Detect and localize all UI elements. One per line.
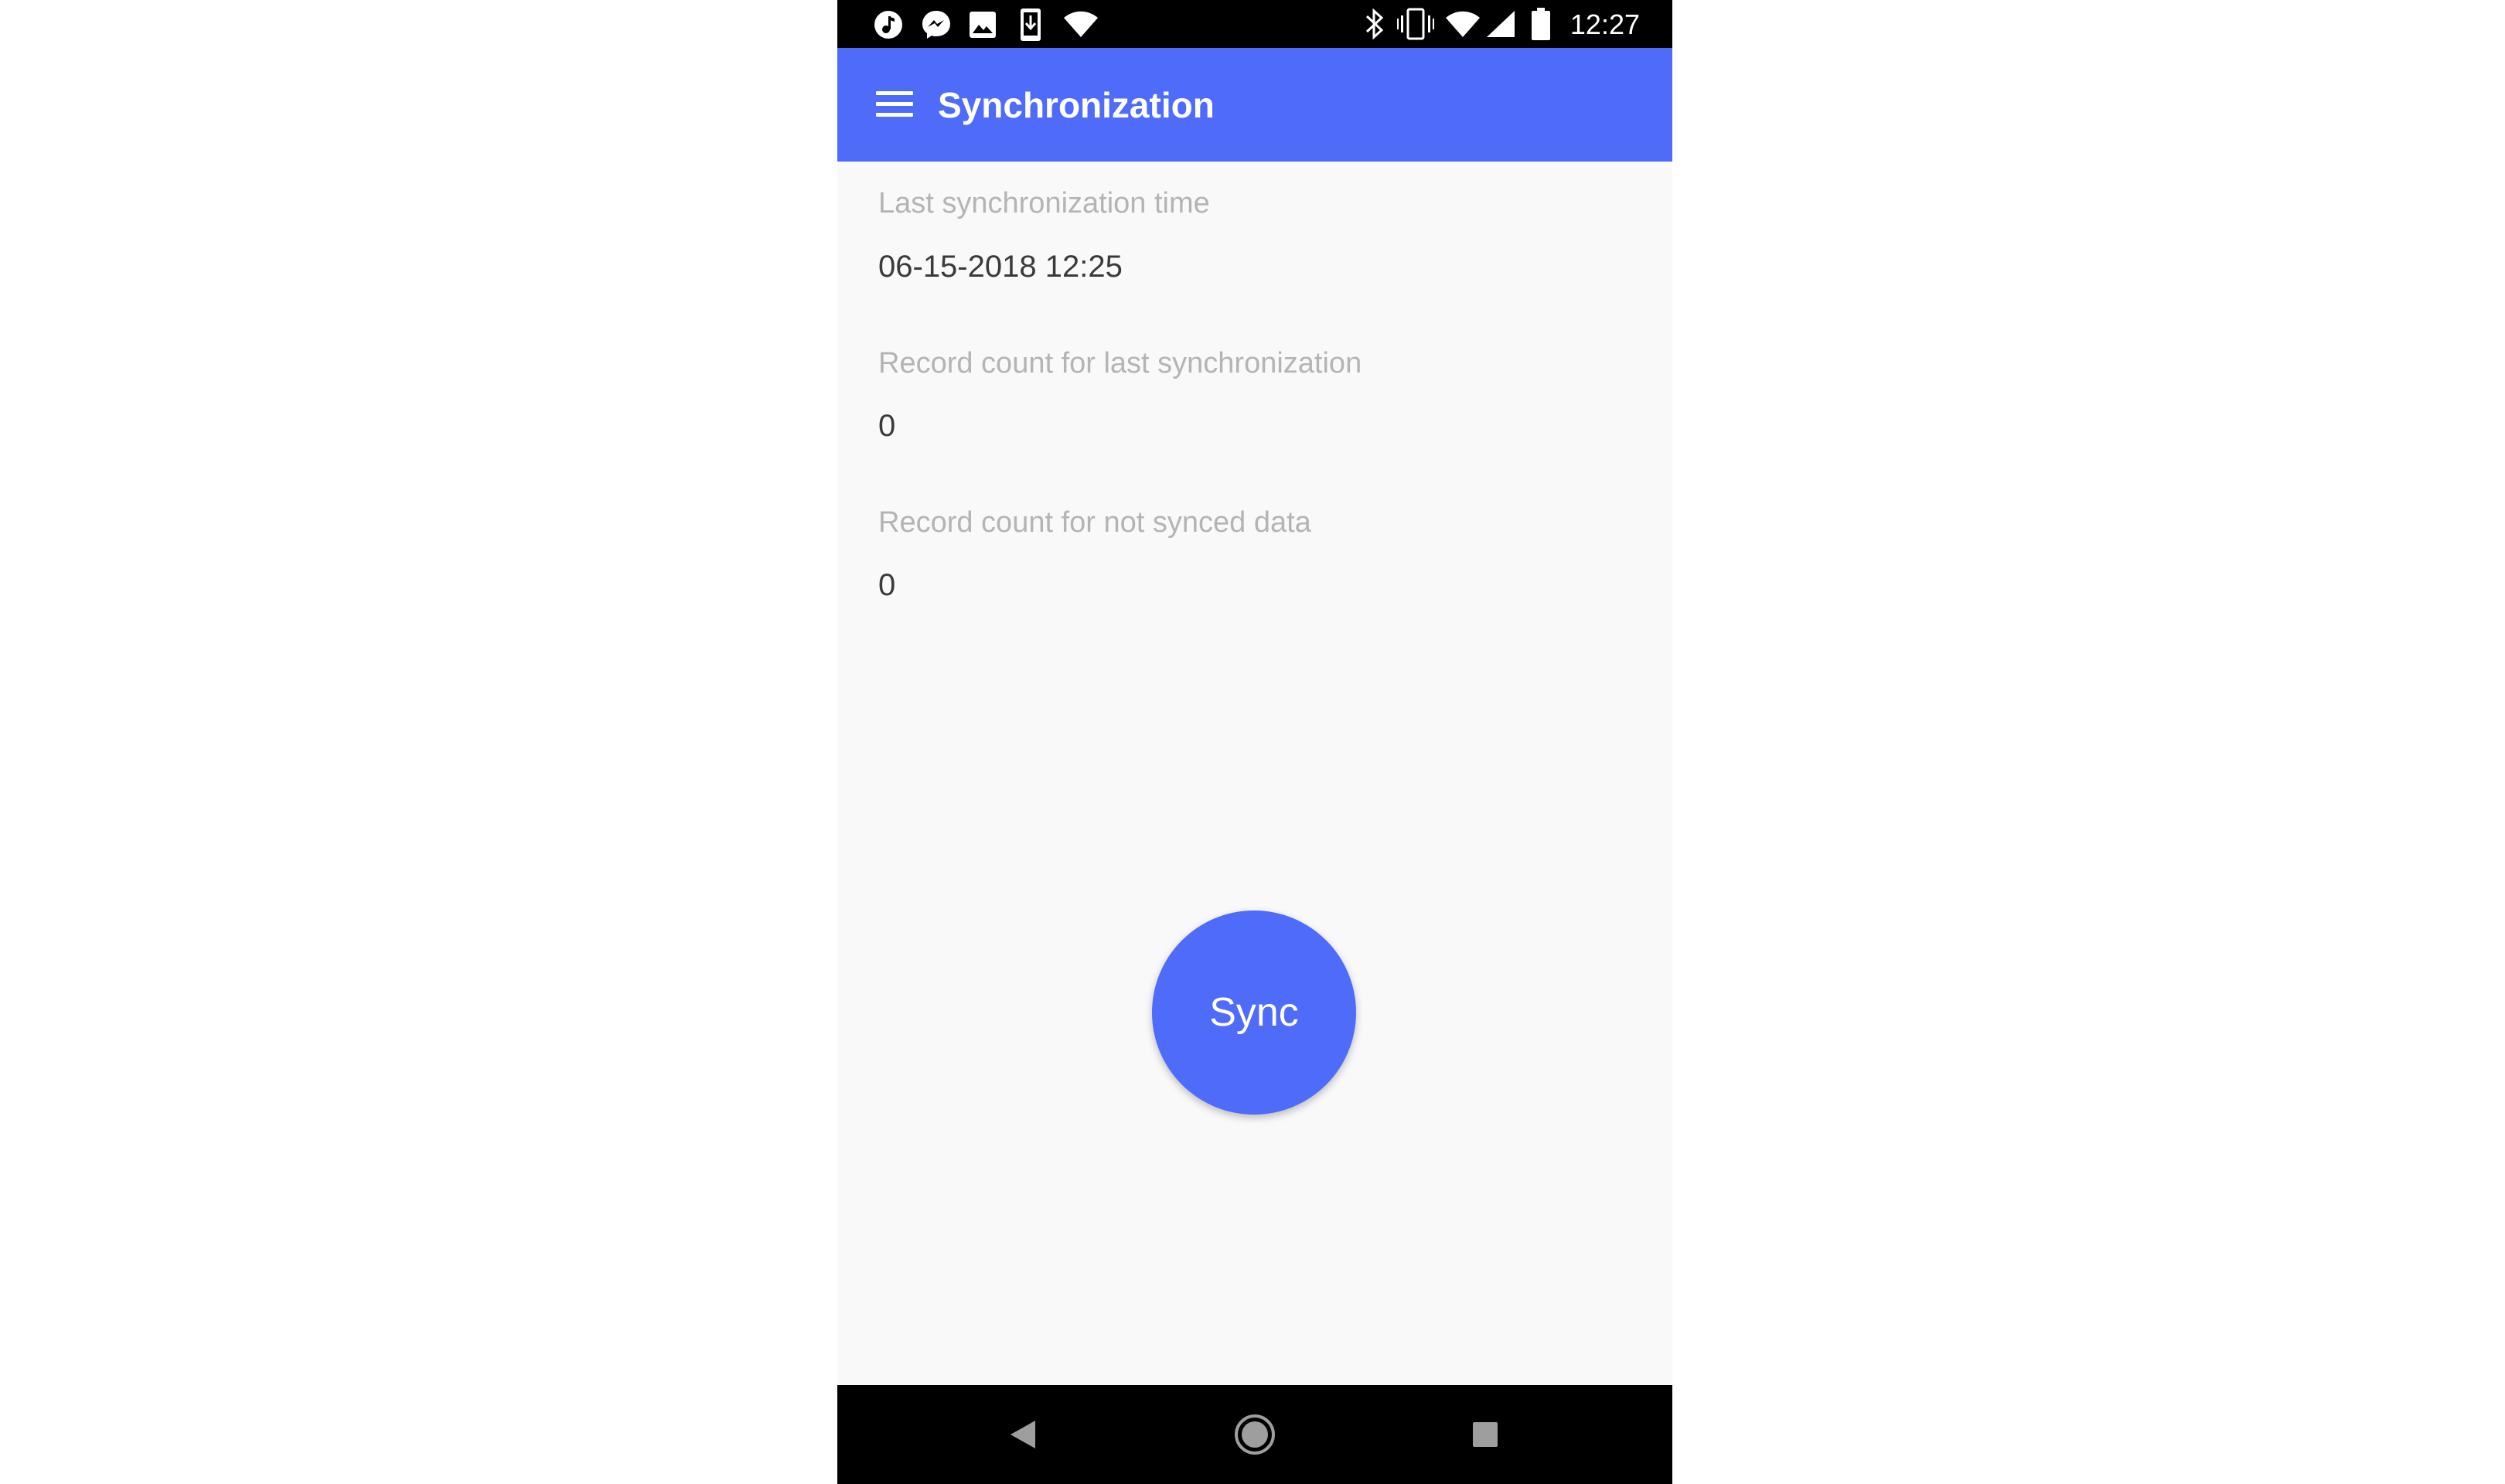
status-clock: 12:27 <box>1569 9 1640 40</box>
sync-button[interactable]: Sync <box>1152 910 1356 1115</box>
phone-screen: 12:27 Synchronization Last synchronizati… <box>837 0 1672 1484</box>
back-icon[interactable] <box>1007 1418 1038 1452</box>
music-note-icon <box>874 11 902 39</box>
download-icon <box>1021 9 1041 41</box>
bluetooth-icon <box>1365 8 1384 40</box>
home-icon[interactable] <box>1233 1413 1276 1456</box>
vibrate-icon <box>1397 8 1434 40</box>
hamburger-menu-icon[interactable] <box>876 91 913 117</box>
not-synced-count-label: Record count for not synced data <box>878 506 1311 539</box>
last-sync-time-value: 06-15-2018 12:25 <box>878 250 1123 284</box>
recents-icon[interactable] <box>1471 1421 1499 1448</box>
last-sync-time-label: Last synchronization time <box>878 187 1210 220</box>
last-sync-count-label: Record count for last synchronization <box>878 347 1362 380</box>
messenger-icon <box>922 11 950 39</box>
app-bar: Synchronization <box>837 48 1672 162</box>
navigation-bar <box>837 1385 1672 1484</box>
wifi-icon <box>1446 11 1480 37</box>
image-icon <box>970 12 996 38</box>
page-title: Synchronization <box>938 85 1215 125</box>
status-bar: 12:27 <box>837 0 1672 48</box>
last-sync-count-value: 0 <box>878 409 896 443</box>
wifi-icon <box>1064 11 1098 37</box>
not-synced-count-value: 0 <box>878 568 896 602</box>
battery-icon <box>1532 8 1550 40</box>
cell-signal-icon <box>1487 11 1515 37</box>
